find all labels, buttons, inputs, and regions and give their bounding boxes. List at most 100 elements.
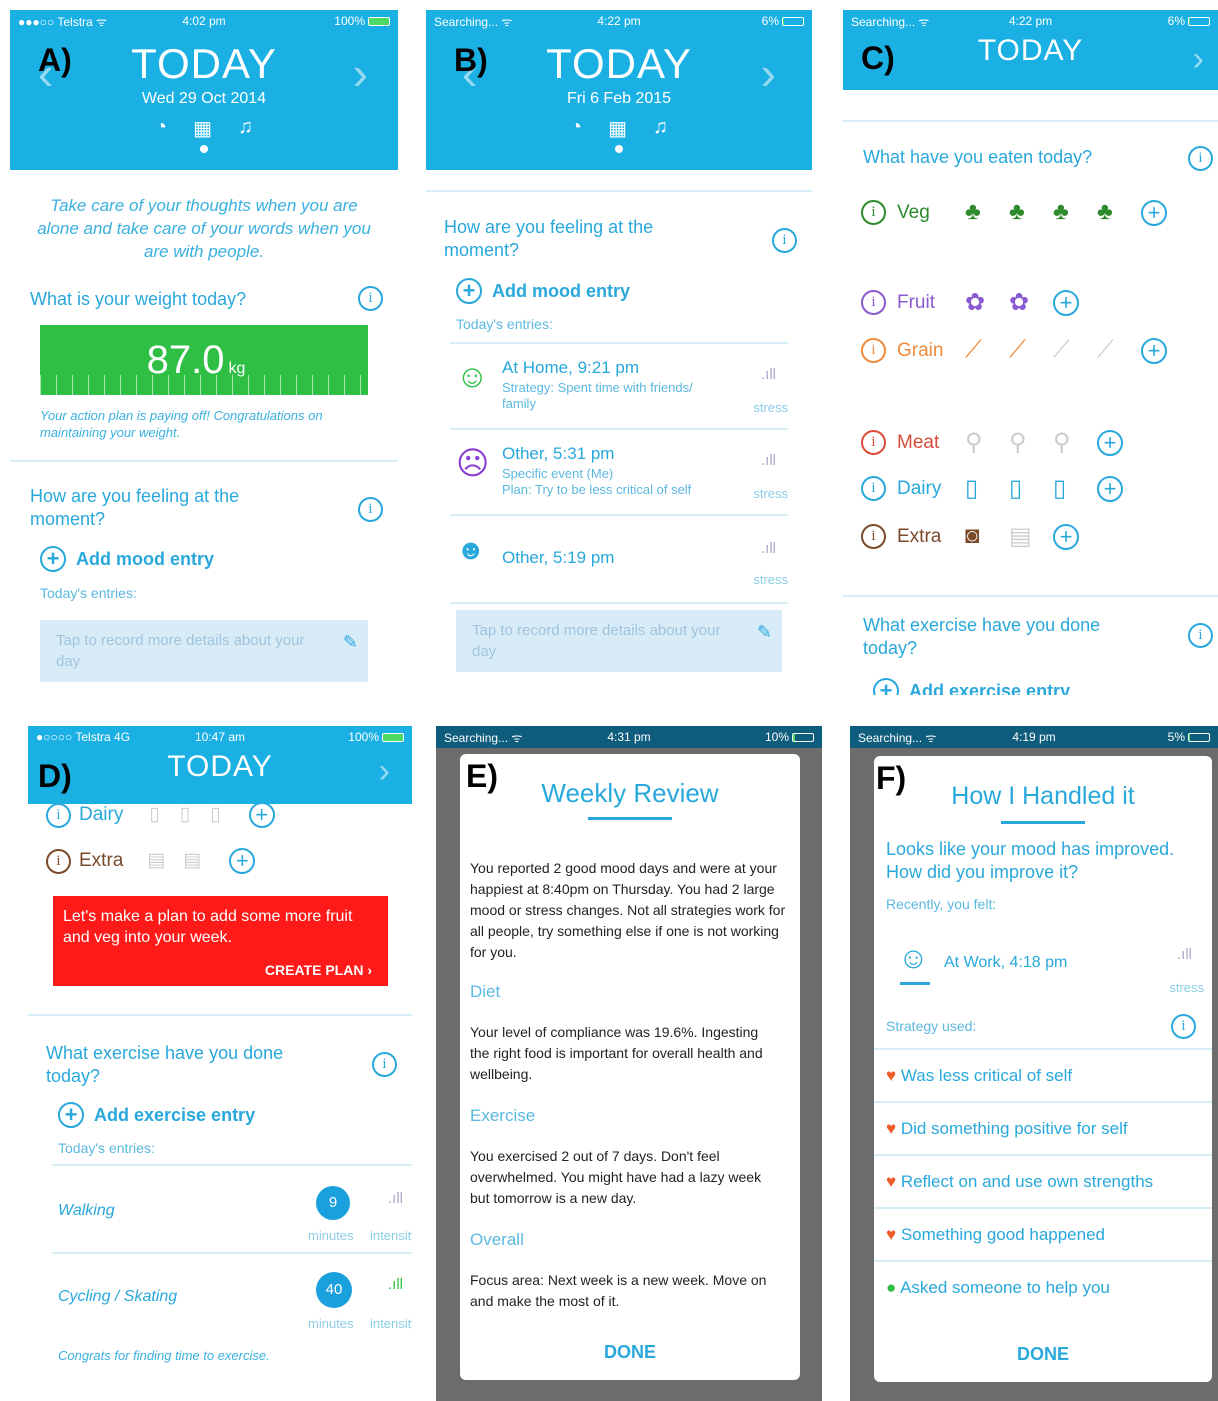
bell-icon[interactable]: ♫	[238, 116, 253, 141]
calendar-icon[interactable]: ▦	[193, 116, 212, 141]
next-day-icon[interactable]: ›	[761, 46, 776, 100]
status-bar: Searching... ᯤ 4:31 pm 10%	[436, 726, 822, 748]
done-button[interactable]: DONE	[460, 1342, 800, 1363]
food-serving-icon[interactable]: ▯	[1053, 474, 1066, 503]
add-mood-button[interactable]: + Add mood entry	[456, 278, 630, 304]
exercise-entry[interactable]: Walking 9 .ıll minutes intensity	[58, 1178, 412, 1250]
calendar-icon[interactable]: ▦	[608, 116, 627, 141]
carrier: Searching... ᯤ	[858, 730, 937, 745]
plan-message: Let's make a plan to add some more fruit…	[63, 908, 353, 946]
info-icon[interactable]: i	[861, 476, 886, 501]
info-icon[interactable]: i	[46, 802, 71, 828]
food-serving-icon[interactable]: ♣	[1053, 198, 1069, 226]
strategy-item[interactable]: ● Asked someone to help you	[874, 1260, 1212, 1312]
header: ●○○○○ Telstra 4G 10:47 am 100% D) TODAY ›	[28, 726, 412, 804]
food-label: Extra	[79, 850, 124, 872]
food-serving-icon[interactable]: ✿	[1009, 288, 1029, 317]
dialog-question: Looks like your mood has improved. How d…	[886, 839, 1175, 882]
add-serving-button[interactable]: +	[1141, 200, 1167, 226]
overall-heading: Overall	[470, 1230, 524, 1249]
plan-banner[interactable]: Let's make a plan to add some more fruit…	[53, 896, 388, 986]
food-serving-icon[interactable]: ▯	[965, 474, 978, 503]
food-serving-icon[interactable]: ▯	[1009, 474, 1022, 503]
weight-scale[interactable]: 87.0 kg	[40, 325, 368, 395]
battery-percent: 6%	[1167, 14, 1185, 28]
entries-label: Today's entries:	[40, 585, 137, 601]
next-day-icon[interactable]: ›	[379, 752, 390, 791]
strategy-item[interactable]: ♥ Did something positive for self	[874, 1101, 1212, 1153]
header: Searching... ᯤ 4:22 pm 6% C) TODAY ›	[843, 10, 1218, 90]
add-serving-button[interactable]: +	[1141, 338, 1167, 364]
food-serving-icon[interactable]: ⚲	[965, 428, 983, 457]
carrier: Searching... ᯤ	[434, 14, 513, 29]
minutes-label: minutes	[308, 1228, 354, 1243]
status-bar: Searching... ᯤ 4:22 pm 6%	[426, 10, 812, 32]
food-serving-icon[interactable]: ⟋	[965, 336, 982, 364]
done-button[interactable]: DONE	[874, 1344, 1212, 1365]
panel-label: C)	[861, 40, 895, 76]
next-day-icon[interactable]: ›	[353, 46, 368, 100]
exercise-question: What exercise have you done today?	[46, 1043, 284, 1086]
info-icon[interactable]: i	[861, 524, 886, 549]
food-serving-icon[interactable]: ⟋	[1097, 336, 1114, 364]
exercise-entry[interactable]: Cycling / Skating 40 .ıll minutes intens…	[58, 1266, 412, 1338]
status-bar: Searching... ᯤ 4:22 pm 6%	[843, 10, 1218, 32]
record-details-field[interactable]: Tap to record more details about your da…	[456, 610, 782, 672]
bell-icon[interactable]: ♫	[653, 116, 668, 141]
create-plan-button[interactable]: CREATE PLAN ›	[265, 962, 372, 978]
add-serving-button[interactable]: +	[1053, 290, 1079, 316]
add-mood-button[interactable]: + Add mood entry	[40, 546, 214, 572]
diet-heading: Diet	[470, 982, 501, 1001]
mood-entry[interactable]: ☺ At Home, 9:21 pm Strategy: Spent time …	[456, 356, 788, 426]
add-serving-button[interactable]: +	[1053, 524, 1079, 550]
food-serving-icon[interactable]: ⟋	[1009, 336, 1026, 364]
mood-entry[interactable]: ☹ Other, 5:31 pm Specific event (Me) Pla…	[456, 442, 788, 512]
food-label: Extra	[897, 526, 942, 547]
strategy-item[interactable]: ♥ Was less critical of self	[874, 1048, 1212, 1100]
info-icon[interactable]: i	[861, 338, 886, 363]
info-icon[interactable]: i	[372, 1052, 397, 1077]
strategy-label: Strategy used:	[886, 1018, 977, 1034]
add-serving-button[interactable]: +	[1097, 476, 1123, 502]
add-exercise-button[interactable]: + Add exercise entry	[873, 678, 1070, 695]
food-serving-icon[interactable]: ⚲	[1053, 428, 1071, 457]
info-icon[interactable]: i	[1188, 623, 1213, 648]
food-serving-icon[interactable]: ♣	[1009, 198, 1025, 226]
food-serving-icon[interactable]: ⟋	[1053, 336, 1070, 364]
info-icon[interactable]: i	[772, 228, 797, 253]
heart-icon: ♥	[886, 1225, 901, 1244]
page-title: TODAY	[167, 750, 273, 783]
info-icon[interactable]: i	[861, 200, 886, 225]
info-icon[interactable]: i	[861, 430, 886, 455]
info-icon[interactable]: i	[1188, 146, 1213, 171]
info-icon[interactable]: i	[358, 497, 383, 522]
plus-icon: +	[873, 678, 899, 695]
food-serving-icon[interactable]: ♣	[965, 198, 981, 226]
info-icon[interactable]: i	[861, 290, 886, 315]
record-details-field[interactable]: Tap to record more details about your da…	[40, 620, 368, 682]
add-dairy-button[interactable]: +	[248, 802, 275, 828]
add-serving-button[interactable]: +	[1097, 430, 1123, 456]
pie-chart-icon[interactable]: ◔	[570, 116, 582, 141]
intensity-icon: .ıll	[388, 1190, 403, 1207]
food-serving-icon[interactable]: ▤	[1009, 522, 1032, 551]
next-day-icon[interactable]: ›	[1193, 40, 1204, 79]
record-details-text: Tap to record more details about your da…	[472, 622, 721, 660]
strategy-item[interactable]: ♥ Something good happened	[874, 1207, 1212, 1259]
food-label: Grain	[897, 340, 944, 361]
mood-entry[interactable]: ☻ Other, 5:19 pm .ıll stress	[456, 534, 788, 594]
exercise-name: Cycling / Skating	[58, 1288, 178, 1305]
food-serving-icon[interactable]: ◙	[965, 522, 980, 550]
info-icon[interactable]: i	[46, 848, 71, 874]
info-icon[interactable]: i	[358, 286, 383, 311]
strategy-item[interactable]: ♥ Reflect on and use own strengths	[874, 1154, 1212, 1206]
food-label: Fruit	[897, 292, 935, 313]
food-serving-icon[interactable]: ✿	[965, 288, 985, 317]
food-serving-icon[interactable]: ⚲	[1009, 428, 1027, 457]
add-extra-button[interactable]: +	[229, 848, 256, 874]
food-serving-icon[interactable]: ♣	[1097, 198, 1113, 226]
neutral-face-icon: ☺	[898, 942, 929, 975]
info-icon[interactable]: i	[1171, 1014, 1196, 1039]
add-exercise-button[interactable]: + Add exercise entry	[58, 1102, 255, 1128]
pie-chart-icon[interactable]: ◔	[155, 116, 167, 141]
